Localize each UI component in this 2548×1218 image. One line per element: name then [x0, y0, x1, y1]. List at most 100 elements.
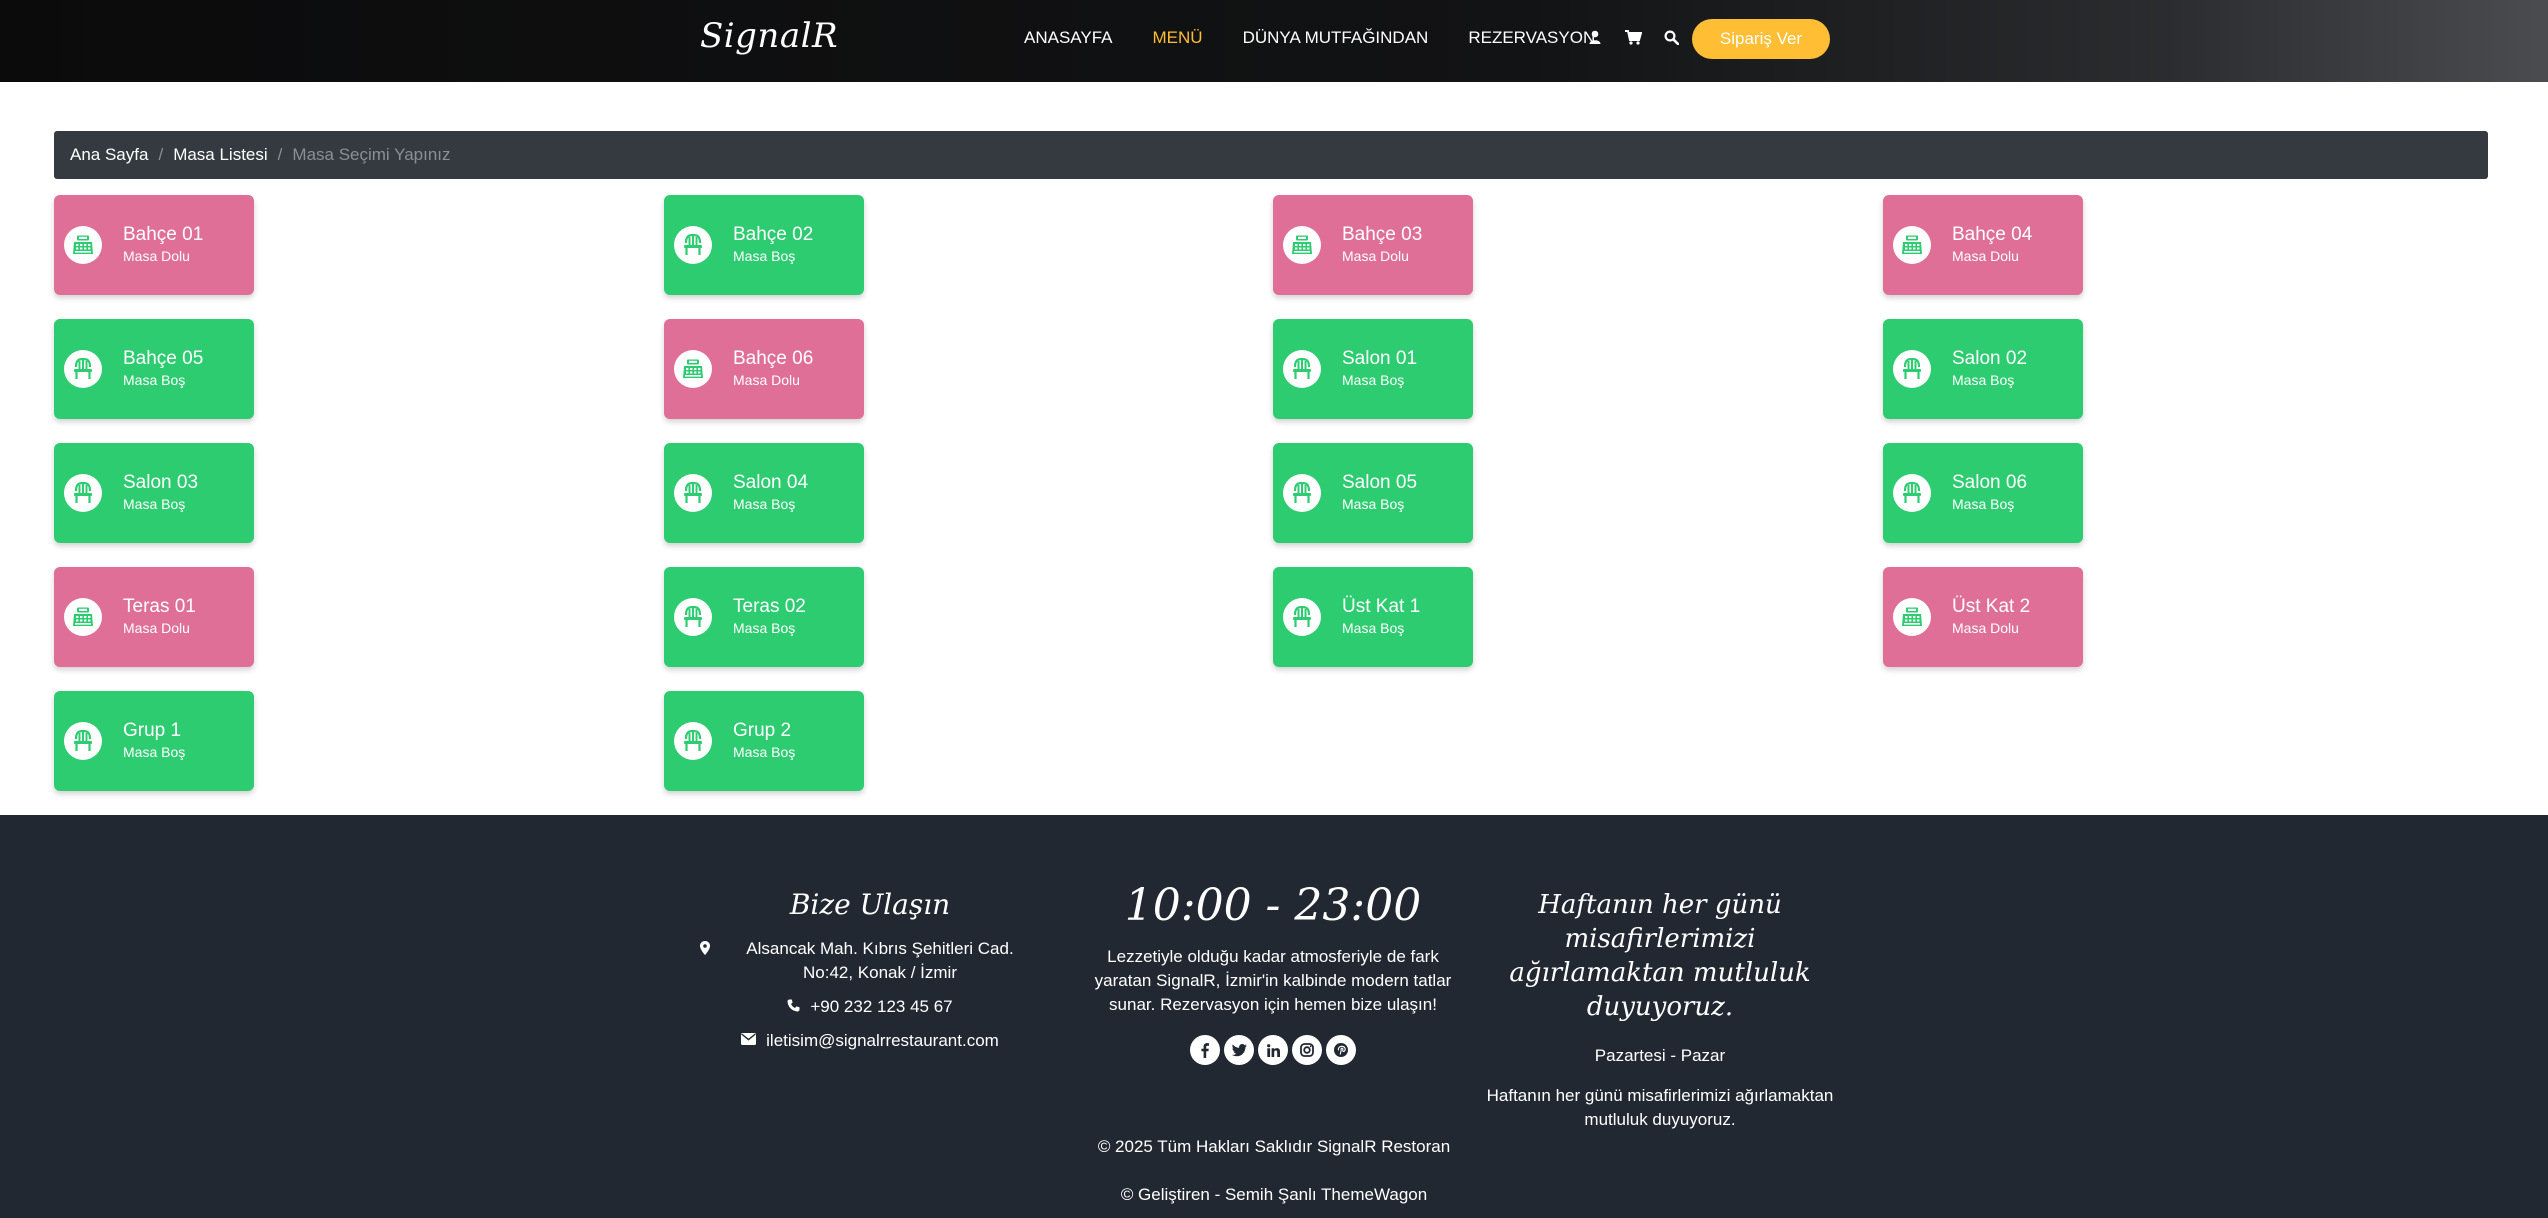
table-status: Masa Dolu: [1342, 248, 1409, 264]
footer-phone: +90 232 123 45 67: [700, 995, 1040, 1019]
footer-email[interactable]: iletisim@signalrrestaurant.com: [700, 1029, 1040, 1053]
table-card[interactable]: Üst Kat 2 Masa Dolu: [1883, 567, 2083, 667]
table-status: Masa Boş: [1952, 496, 2015, 512]
table-name: Salon 01: [1342, 348, 1418, 369]
map-marker-icon: [700, 941, 710, 955]
breadcrumb-current: Masa Seçimi Yapınız: [292, 145, 451, 164]
cash-register-icon: [1893, 598, 1931, 636]
nav-link-anasayfa[interactable]: ANASAYFA: [1024, 28, 1113, 48]
table-status: Masa Boş: [123, 496, 186, 512]
breadcrumb: Ana Sayfa / Masa Listesi / Masa Seçimi Y…: [54, 131, 2488, 179]
table-card[interactable]: Üst Kat 1 Masa Boş: [1273, 567, 1473, 667]
table-name: Teras 02: [733, 596, 806, 617]
table-name: Salon 06: [1952, 472, 2028, 493]
table-name: Grup 1: [123, 720, 182, 741]
brand-logo[interactable]: SignalR: [700, 16, 838, 56]
table-status: Masa Dolu: [123, 248, 190, 264]
instagram-icon[interactable]: [1292, 1035, 1322, 1065]
table-status: Masa Boş: [1342, 496, 1405, 512]
footer: Bize Ulaşın Alsancak Mah. Kıbrıs Şehitle…: [0, 815, 2548, 1218]
breadcrumb-home[interactable]: Ana Sayfa: [70, 145, 148, 165]
table-status: Masa Boş: [733, 248, 796, 264]
nav-links: ANASAYFA MENÜ DÜNYA MUTFAĞINDAN REZERVAS…: [1024, 28, 1635, 48]
table-status: Masa Dolu: [123, 620, 190, 636]
table-name: Bahçe 04: [1952, 224, 2033, 245]
cash-register-icon: [674, 350, 712, 388]
table-card[interactable]: Grup 1 Masa Boş: [54, 691, 254, 791]
search-icon[interactable]: [1662, 28, 1680, 46]
cash-register-icon: [64, 598, 102, 636]
table-card[interactable]: Salon 04 Masa Boş: [664, 443, 864, 543]
chair-icon: [674, 598, 712, 636]
table-card[interactable]: Salon 06 Masa Boş: [1883, 443, 2083, 543]
table-name: Üst Kat 1: [1342, 596, 1421, 617]
table-card[interactable]: Bahçe 01 Masa Dolu: [54, 195, 254, 295]
table-status: Masa Dolu: [733, 372, 800, 388]
footer-hours-title: 10:00 - 23:00: [1124, 880, 1422, 931]
cash-register-icon: [1283, 226, 1321, 264]
cart-icon[interactable]: [1624, 28, 1642, 46]
table-name: Üst Kat 2: [1952, 596, 2031, 617]
chair-icon: [64, 722, 102, 760]
footer-welcome-title: Haftanın her günü misafirlerimizi ağırla…: [1509, 890, 1811, 1022]
table-name: Teras 01: [123, 596, 196, 617]
table-card[interactable]: Grup 2 Masa Boş: [664, 691, 864, 791]
nav-link-rezervasyon[interactable]: REZERVASYON: [1468, 28, 1595, 48]
table-card[interactable]: Teras 01 Masa Dolu: [54, 567, 254, 667]
user-icon[interactable]: [1586, 28, 1604, 46]
table-name: Salon 04: [733, 472, 809, 493]
top-navbar: SignalR ANASAYFA MENÜ DÜNYA MUTFAĞINDAN …: [0, 0, 2548, 82]
table-status: Masa Boş: [1952, 372, 2015, 388]
nav-link-dunya-mutfagindan[interactable]: DÜNYA MUTFAĞINDAN: [1243, 28, 1429, 48]
footer-contact: Bize Ulaşın Alsancak Mah. Kıbrıs Şehitle…: [700, 888, 1040, 1053]
table-status: Masa Boş: [123, 744, 186, 760]
footer-copyright: © 2025 Tüm Hakları Saklıdır SignalR Rest…: [1097, 1137, 1451, 1156]
pinterest-icon[interactable]: [1326, 1035, 1356, 1065]
chair-icon: [1893, 474, 1931, 512]
table-status: Masa Boş: [1342, 620, 1405, 636]
chair-icon: [1893, 350, 1931, 388]
footer-hours: 10:00 - 23:00 Lezzetiyle olduğu kadar at…: [1088, 880, 1458, 1065]
cash-register-icon: [1893, 226, 1931, 264]
table-name: Salon 02: [1952, 348, 2028, 369]
table-name: Salon 05: [1342, 472, 1418, 493]
chair-icon: [64, 350, 102, 388]
table-card[interactable]: Salon 02 Masa Boş: [1883, 319, 2083, 419]
table-card[interactable]: Bahçe 02 Masa Boş: [664, 195, 864, 295]
table-status: Masa Boş: [733, 744, 796, 760]
table-status: Masa Boş: [733, 496, 796, 512]
social-links: [1088, 1035, 1458, 1065]
table-card[interactable]: Bahçe 03 Masa Dolu: [1273, 195, 1473, 295]
table-name: Bahçe 03: [1342, 224, 1423, 245]
envelope-icon: [741, 1033, 757, 1045]
footer-contact-title: Bize Ulaşın: [789, 888, 951, 921]
table-card[interactable]: Salon 03 Masa Boş: [54, 443, 254, 543]
footer-address: Alsancak Mah. Kıbrıs Şehitleri Cad. No:4…: [700, 937, 1040, 985]
twitter-icon[interactable]: [1224, 1035, 1254, 1065]
table-card[interactable]: Bahçe 04 Masa Dolu: [1883, 195, 2083, 295]
breadcrumb-table-list[interactable]: Masa Listesi: [173, 145, 267, 165]
table-name: Salon 03: [123, 472, 199, 493]
table-card[interactable]: Bahçe 05 Masa Boş: [54, 319, 254, 419]
table-card[interactable]: Salon 05 Masa Boş: [1273, 443, 1473, 543]
chair-icon: [674, 474, 712, 512]
breadcrumb-separator: /: [277, 145, 283, 164]
table-card[interactable]: Teras 02 Masa Boş: [664, 567, 864, 667]
table-name: Bahçe 05: [123, 348, 204, 369]
table-card[interactable]: Salon 01 Masa Boş: [1273, 319, 1473, 419]
table-name: Bahçe 01: [123, 224, 204, 245]
chair-icon: [1283, 350, 1321, 388]
table-card[interactable]: Bahçe 06 Masa Dolu: [664, 319, 864, 419]
table-name: Grup 2: [733, 720, 792, 741]
nav-link-menu[interactable]: MENÜ: [1153, 28, 1203, 48]
linkedin-icon[interactable]: [1258, 1035, 1288, 1065]
table-name: Bahçe 06: [733, 348, 814, 369]
facebook-icon[interactable]: [1190, 1035, 1220, 1065]
footer-welcome: Haftanın her günü misafirlerimizi ağırla…: [1484, 888, 1836, 1132]
footer-about: Lezzetiyle olduğu kadar atmosferiyle de …: [1094, 947, 1452, 1014]
table-status: Masa Dolu: [1952, 620, 2019, 636]
order-button[interactable]: Sipariş Ver: [1692, 19, 1830, 59]
chair-icon: [1283, 598, 1321, 636]
table-name: Bahçe 02: [733, 224, 814, 245]
footer-days: Pazartesi - Pazar: [1594, 1046, 1726, 1065]
